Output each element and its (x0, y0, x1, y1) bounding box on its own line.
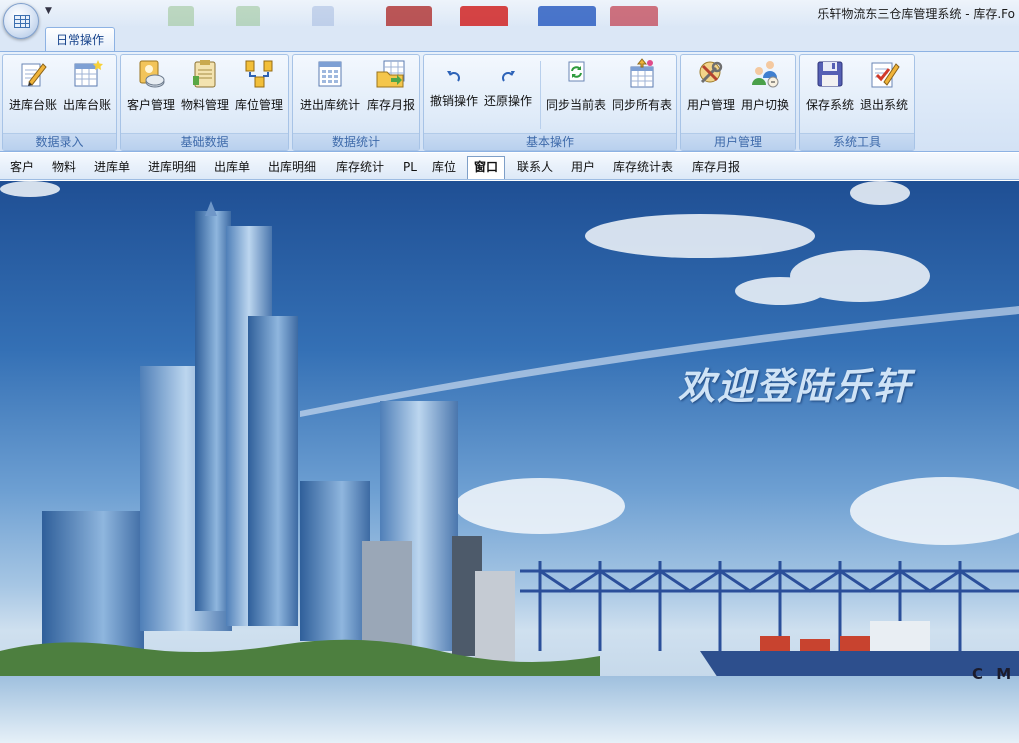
save-system-button[interactable]: 保存系统 (804, 58, 856, 132)
group-data-entry: 进库台账 出库台账 数据录入 (2, 54, 117, 151)
redo-button[interactable]: 还原操作 (482, 58, 534, 132)
save-system-label: 保存系统 (805, 98, 854, 112)
user-management-button[interactable]: 用户管理 (685, 58, 737, 132)
material-management-button[interactable]: 物料管理 (179, 58, 231, 132)
ledger-out-icon (71, 58, 103, 90)
monthly-report-icon (375, 58, 407, 90)
tab-pl[interactable]: PL (401, 157, 419, 177)
group-label-base-data: 基础数据 (121, 133, 288, 150)
tab-location[interactable]: 库位 (430, 157, 458, 177)
location-management-button[interactable]: 库位管理 (233, 58, 285, 132)
customer-management-button[interactable]: 客户管理 (125, 58, 177, 132)
ledger-in-label: 进库台账 (8, 98, 57, 112)
ledger-in-icon (17, 58, 49, 90)
switch-user-label: 用户切换 (740, 98, 789, 112)
customer-icon (135, 58, 167, 90)
exit-system-label: 退出系统 (859, 98, 908, 112)
ledger-out-label: 出库台账 (62, 98, 111, 112)
undo-label: 撤销操作 (429, 94, 478, 108)
group-label-system-tools: 系统工具 (800, 133, 914, 150)
tab-outbound-detail[interactable]: 出库明细 (266, 157, 318, 177)
monthly-report-label: 库存月报 (366, 98, 415, 112)
undo-button[interactable]: 撤销操作 (428, 58, 480, 132)
quick-access-dropdown-icon[interactable]: ▼ (45, 6, 52, 16)
ribbon-tab-row: 日常操作 (0, 26, 1019, 52)
user-management-label: 用户管理 (686, 98, 735, 112)
exit-system-button[interactable]: 退出系统 (858, 58, 910, 132)
tab-inventory-stats[interactable]: 库存统计 (334, 157, 386, 177)
redo-icon (498, 66, 518, 86)
group-label-basic-operations: 基本操作 (424, 133, 676, 150)
ledger-in-button[interactable]: 进库台账 (7, 58, 59, 132)
tab-inventory-monthly[interactable]: 库存月报 (690, 157, 742, 177)
switch-user-button[interactable]: 用户切换 (739, 58, 791, 132)
undo-icon (444, 66, 464, 86)
exit-icon (868, 58, 900, 90)
group-system-tools: 保存系统 退出系统 系统工具 (799, 54, 915, 151)
sync-all-icon (626, 58, 658, 90)
sync-all-tables-button[interactable]: 同步所有表 (610, 58, 674, 132)
city-port-illustration (0, 181, 1019, 743)
group-statistics: 进出库统计 库存月报 数据统计 (292, 54, 420, 151)
tab-outbound-order[interactable]: 出库单 (212, 157, 252, 177)
group-user-management: 用户管理 用户切换 用户管理 (680, 54, 796, 151)
ledger-out-button[interactable]: 出库台账 (61, 58, 113, 132)
tab-users[interactable]: 用户 (569, 157, 597, 177)
tab-customer[interactable]: 客户 (8, 157, 36, 177)
sync-current-table-label: 同步当前表 (545, 98, 606, 112)
blurred-background-strip (90, 6, 730, 28)
save-disk-icon (814, 58, 846, 90)
group-base-data: 客户管理 物料管理 库位管理 基础数据 (120, 54, 289, 151)
document-tab-strip: 客户 物料 进库单 进库明细 出库单 出库明细 库存统计 PL 库位 窗口 联系… (0, 153, 1019, 180)
group-label-user-management: 用户管理 (681, 133, 795, 150)
material-icon (189, 58, 221, 90)
title-bar: ▼ 乐轩物流东三仓库管理系统 - 库存.Fo (0, 0, 1019, 28)
table-grid-icon (14, 15, 30, 28)
ship-lettering: C M (972, 665, 1016, 683)
sync-all-tables-label: 同步所有表 (611, 98, 672, 112)
separator (540, 61, 541, 129)
tab-daily-operations[interactable]: 日常操作 (45, 27, 116, 52)
monthly-report-button[interactable]: 库存月报 (365, 58, 417, 132)
customer-management-label: 客户管理 (126, 98, 175, 112)
tab-contacts[interactable]: 联系人 (515, 157, 555, 177)
material-management-label: 物料管理 (180, 98, 229, 112)
switch-user-icon (749, 58, 781, 90)
ribbon: 进库台账 出库台账 数据录入 客户管理 物料管理 库位管理 基础数据 进出库统计… (0, 51, 1019, 152)
tab-window[interactable]: 窗口 (467, 156, 506, 179)
group-label-data-entry: 数据录入 (3, 133, 116, 150)
tab-inbound-detail[interactable]: 进库明细 (146, 157, 198, 177)
group-basic-operations: 撤销操作 还原操作 同步当前表 同步所有表 基本操作 (423, 54, 677, 151)
tab-inbound-order[interactable]: 进库单 (92, 157, 132, 177)
in-out-statistics-button[interactable]: 进出库统计 (297, 58, 363, 132)
welcome-banner: 欢迎登陆乐轩 C M (0, 181, 1019, 743)
user-tools-icon (695, 58, 727, 90)
location-management-label: 库位管理 (234, 98, 283, 112)
tab-material[interactable]: 物料 (50, 157, 78, 177)
application-menu-button[interactable] (3, 3, 39, 39)
group-label-statistics: 数据统计 (293, 133, 419, 150)
stats-table-icon (314, 58, 346, 90)
in-out-statistics-label: 进出库统计 (299, 98, 360, 112)
sync-current-table-button[interactable]: 同步当前表 (544, 58, 608, 132)
sync-current-icon (560, 58, 592, 90)
window-title: 乐轩物流东三仓库管理系统 - 库存.Fo (817, 7, 1015, 21)
welcome-message: 欢迎登陆乐轩 (678, 365, 912, 408)
location-icon (243, 58, 275, 90)
redo-label: 还原操作 (483, 94, 532, 108)
tab-inventory-stats-table[interactable]: 库存统计表 (611, 157, 675, 177)
